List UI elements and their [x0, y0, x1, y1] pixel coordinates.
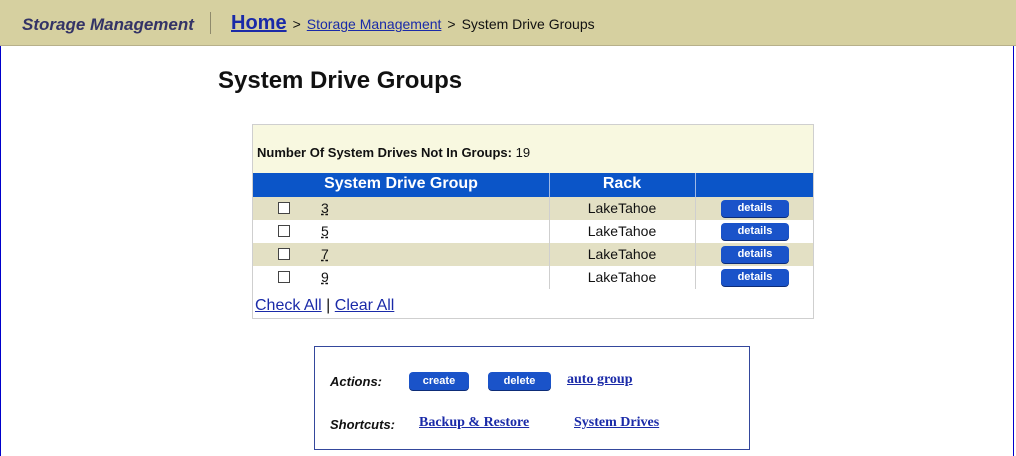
- brand-title: Storage Management: [22, 15, 194, 34]
- row-checkbox[interactable]: [278, 248, 290, 260]
- details-button[interactable]: details: [721, 200, 789, 217]
- group-id-link[interactable]: 5: [321, 223, 329, 239]
- breadcrumb-separator: >: [292, 16, 301, 32]
- actions-panel: Actions: create delete auto group Shortc…: [314, 346, 750, 450]
- column-divider: [549, 266, 550, 289]
- column-divider: [549, 243, 550, 266]
- breadcrumb-storage-management-link[interactable]: Storage Management: [307, 16, 442, 32]
- details-button[interactable]: details: [721, 246, 789, 263]
- actions-label: Actions:: [330, 374, 382, 389]
- system-drives-link[interactable]: System Drives: [574, 415, 659, 431]
- row-checkbox[interactable]: [278, 225, 290, 237]
- header-divider: [549, 173, 550, 197]
- backup-restore-link[interactable]: Backup & Restore: [419, 415, 529, 431]
- row-checkbox[interactable]: [278, 202, 290, 214]
- header-divider: [210, 12, 211, 34]
- group-id-link[interactable]: 7: [321, 246, 329, 262]
- delete-button[interactable]: delete: [488, 372, 551, 390]
- table-row: 5 LakeTahoe details: [253, 220, 813, 243]
- table-row: 7 LakeTahoe details: [253, 243, 813, 266]
- group-id-link[interactable]: 9: [321, 269, 329, 285]
- selection-separator: |: [326, 297, 331, 314]
- column-divider: [549, 197, 550, 220]
- create-button[interactable]: create: [409, 372, 469, 390]
- header-divider: [695, 173, 696, 197]
- column-divider: [695, 220, 696, 243]
- top-bar: Storage Management Home > Storage Manageme…: [0, 0, 1016, 46]
- page-title: System Drive Groups: [218, 67, 463, 94]
- column-divider: [695, 243, 696, 266]
- unassigned-drives-summary: Number Of System Drives Not In Groups: 1…: [257, 145, 530, 160]
- table-row: 9 LakeTahoe details: [253, 266, 813, 289]
- column-divider: [695, 197, 696, 220]
- column-divider: [549, 220, 550, 243]
- row-checkbox[interactable]: [278, 271, 290, 283]
- group-id-link[interactable]: 3: [321, 200, 329, 216]
- summary-label: Number Of System Drives Not In Groups:: [257, 145, 512, 160]
- shortcuts-label: Shortcuts:: [330, 417, 395, 432]
- clear-all-link[interactable]: Clear All: [335, 297, 395, 314]
- rack-cell: LakeTahoe: [587, 246, 657, 262]
- home-link[interactable]: Home: [231, 12, 287, 34]
- rack-cell: LakeTahoe: [587, 200, 657, 216]
- details-button[interactable]: details: [721, 223, 789, 240]
- system-drive-groups-panel: Number Of System Drives Not In Groups: 1…: [252, 124, 814, 319]
- header-rack: Rack: [602, 175, 642, 192]
- column-divider: [695, 266, 696, 289]
- summary-bar: Number Of System Drives Not In Groups: 1…: [253, 125, 813, 173]
- summary-count: 19: [515, 145, 531, 160]
- details-button[interactable]: details: [721, 269, 789, 286]
- breadcrumb: Home > Storage Management > System Drive Gro…: [231, 12, 595, 35]
- selection-links: Check All | Clear All: [255, 297, 394, 315]
- header-system-drive-group: System Drive Group: [324, 175, 478, 192]
- auto-group-link[interactable]: auto group: [567, 372, 632, 388]
- table-header: System Drive Group Rack: [253, 173, 813, 197]
- rack-cell: LakeTahoe: [587, 269, 657, 285]
- rack-cell: LakeTahoe: [587, 223, 657, 239]
- table-row: 3 LakeTahoe details: [253, 197, 813, 220]
- breadcrumb-separator: >: [447, 16, 456, 32]
- check-all-link[interactable]: Check All: [255, 297, 322, 314]
- breadcrumb-current: System Drive Groups: [461, 16, 595, 32]
